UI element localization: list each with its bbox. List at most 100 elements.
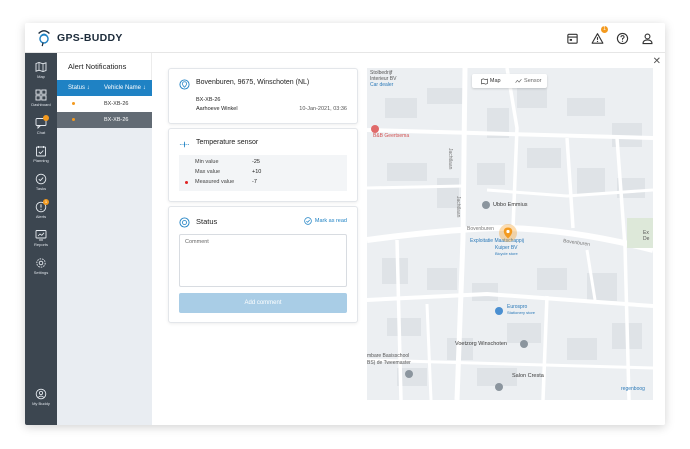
sidebar-item-label: Settings bbox=[33, 270, 49, 275]
sidebar-item-tasks[interactable]: Tasks bbox=[25, 173, 57, 201]
alert-table-header: Status ↓ Vehicle Name ↓ bbox=[57, 80, 152, 96]
empty-list-area bbox=[57, 128, 152, 425]
vehicle-column-header[interactable]: Vehicle Name ↓ bbox=[104, 85, 146, 91]
map-view[interactable]: Map Sensor Stolbedrijf Interieur BV Car … bbox=[367, 68, 653, 400]
measured-indicator-dot bbox=[185, 181, 188, 184]
location-pin-icon bbox=[503, 227, 513, 239]
map-label: Stationery store bbox=[507, 310, 536, 315]
sensor-card: Temperature sensor Min value -25 Max val… bbox=[168, 128, 358, 202]
sidebar-item-dashboard[interactable]: Dashboard bbox=[25, 89, 57, 117]
brand-name: GPS-BUDDY bbox=[57, 32, 123, 44]
calendar-icon[interactable] bbox=[564, 30, 580, 46]
alerts-badge: 1 bbox=[43, 199, 49, 205]
status-icon bbox=[179, 217, 190, 228]
map-label: Bicycle store bbox=[495, 251, 518, 256]
alert-detail-panel: ✕ Bovenburen, 9675, Winschoten (NL) BX-X… bbox=[152, 53, 665, 425]
map-toggle-button[interactable]: Map bbox=[472, 74, 510, 88]
check-circle-icon bbox=[304, 217, 312, 225]
sidebar-item-label: Chat bbox=[36, 130, 46, 135]
status-card: Status Mark as read Add comment bbox=[168, 206, 358, 323]
location-pin-icon bbox=[179, 79, 190, 90]
street-label: Bovenburen bbox=[467, 226, 494, 232]
sidebar-item-reports[interactable]: Reports bbox=[25, 229, 57, 257]
measured-value: -7 bbox=[252, 179, 257, 185]
warning-icon[interactable]: 1 bbox=[589, 26, 608, 46]
status-title: Status bbox=[196, 217, 218, 226]
map-icon bbox=[481, 78, 488, 84]
app-window: GPS-BUDDY 1 Map Dashboard Chat Planning … bbox=[25, 23, 665, 425]
salon-poi-icon bbox=[495, 383, 503, 391]
vehicle-location-marker[interactable] bbox=[499, 224, 517, 242]
tasks-icon bbox=[35, 173, 47, 185]
alert-list-panel: Alert Notifications Status ↓ Vehicle Nam… bbox=[57, 53, 152, 425]
hotel-poi-icon bbox=[371, 125, 379, 133]
sensor-toggle-button[interactable]: Sensor bbox=[510, 74, 548, 88]
status-dot bbox=[72, 102, 75, 105]
sidebar-item-label: My Buddy bbox=[32, 401, 50, 406]
sidebar-item-alerts[interactable]: 1 Alerts bbox=[25, 199, 57, 229]
vehicle-name: BX-XB-26 bbox=[104, 117, 129, 123]
status-column-header[interactable]: Status ↓ bbox=[68, 85, 90, 91]
dashboard-icon bbox=[35, 89, 47, 101]
map-label: B&B Geertsema bbox=[373, 133, 410, 139]
sidebar-item-label: Tasks bbox=[35, 186, 47, 191]
notification-badge: 1 bbox=[601, 26, 608, 33]
street-label: Jachtlaan bbox=[455, 196, 461, 218]
sidebar-item-label: Alerts bbox=[35, 214, 47, 219]
map-label: Car dealer bbox=[370, 82, 394, 88]
street-label: Jachtlaan bbox=[447, 148, 453, 170]
map-label: Ubbo Emmius bbox=[493, 202, 528, 208]
reports-icon bbox=[35, 230, 47, 241]
max-value: +10 bbox=[252, 169, 262, 175]
map-label: mbare Basisschool bbox=[367, 353, 410, 359]
sidebar-item-label: Dashboard bbox=[31, 102, 51, 107]
planning-icon bbox=[36, 146, 46, 157]
map-label: Exploitatie Maatschappij bbox=[470, 238, 524, 244]
sensor-title: Temperature sensor bbox=[196, 139, 259, 146]
location-place: Aarhoeve Winkel bbox=[196, 106, 238, 112]
store-poi-icon bbox=[495, 307, 503, 315]
sidebar-item-settings[interactable]: Settings bbox=[25, 257, 57, 285]
sensor-values: Min value -25 Max value +10 Measured val… bbox=[179, 155, 347, 191]
close-icon[interactable]: ✕ bbox=[653, 56, 661, 67]
top-bar: GPS-BUDDY 1 bbox=[25, 23, 665, 53]
status-dot bbox=[72, 118, 75, 121]
shop-poi-icon bbox=[520, 340, 528, 348]
min-value: -25 bbox=[252, 159, 260, 165]
table-row[interactable]: BX-XB-26 bbox=[57, 96, 152, 112]
help-icon[interactable] bbox=[614, 30, 630, 46]
school-poi-icon bbox=[482, 201, 490, 209]
sidebar-item-chat[interactable]: Chat bbox=[25, 115, 57, 145]
sidebar-item-label: Planning bbox=[33, 158, 49, 163]
comment-field[interactable] bbox=[179, 234, 347, 287]
sidebar: Map Dashboard Chat Planning Tasks 1 Aler… bbox=[25, 53, 57, 425]
mark-as-read-link[interactable]: Mark as read bbox=[304, 217, 347, 225]
map-label: Voetzorg Winschoten bbox=[455, 341, 507, 347]
user-icon[interactable] bbox=[639, 30, 655, 46]
sensor-icon bbox=[179, 141, 190, 148]
chat-badge bbox=[43, 115, 49, 121]
table-row-selected[interactable]: BX-XB-26 bbox=[57, 112, 152, 128]
settings-icon bbox=[36, 258, 46, 268]
sidebar-item-my-buddy[interactable]: My Buddy bbox=[25, 388, 57, 416]
location-card: Bovenburen, 9675, Winschoten (NL) BX-XB-… bbox=[168, 68, 358, 124]
sidebar-item-label: Map bbox=[37, 74, 45, 79]
logo-icon bbox=[38, 30, 50, 47]
map-label: regenboog bbox=[621, 386, 645, 392]
location-address: Bovenburen, 9675, Winschoten (NL) bbox=[196, 79, 310, 86]
my-buddy-icon bbox=[35, 388, 47, 400]
measured-value-label: Measured value bbox=[195, 179, 235, 185]
map-sensor-toggle: Map Sensor bbox=[472, 74, 547, 88]
sidebar-item-label: Reports bbox=[33, 242, 48, 247]
brand-logo[interactable]: GPS-BUDDY bbox=[35, 29, 123, 47]
vehicle-name: BX-XB-26 bbox=[104, 101, 129, 107]
alert-list-title: Alert Notifications bbox=[68, 62, 127, 71]
location-datetime: 10-Jan-2021, 03:36 bbox=[299, 106, 347, 112]
add-comment-button[interactable]: Add comment bbox=[179, 293, 347, 313]
location-vehicle: BX-XB-26 bbox=[196, 97, 221, 103]
sidebar-item-planning[interactable]: Planning bbox=[25, 145, 57, 173]
map-label: Salon Cresta bbox=[512, 373, 544, 379]
min-value-label: Min value bbox=[195, 159, 219, 165]
map-label: De bbox=[643, 236, 650, 242]
sidebar-item-map[interactable]: Map bbox=[25, 61, 57, 89]
